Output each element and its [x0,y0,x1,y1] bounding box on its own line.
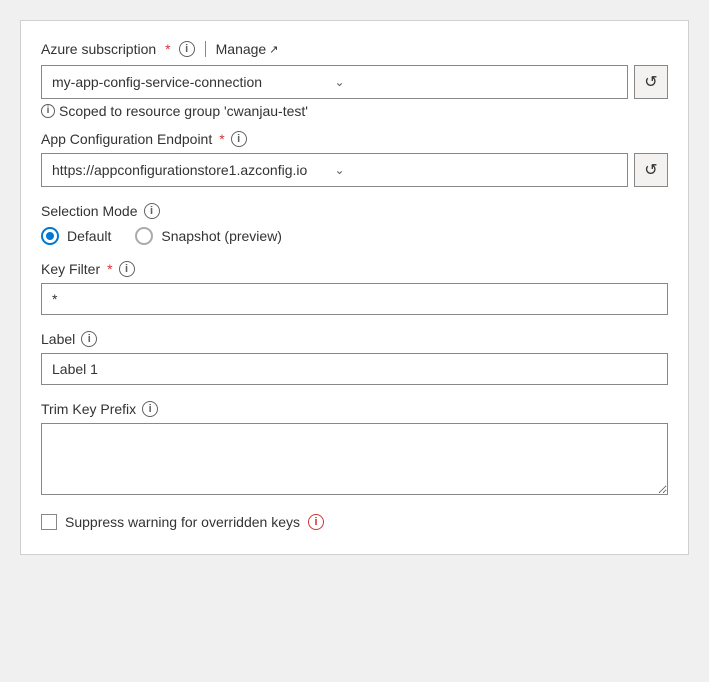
key-filter-required: * [107,261,112,277]
key-filter-info-icon[interactable]: i [119,261,135,277]
trim-key-prefix-textarea[interactable] [41,423,668,495]
suppress-warning-row: Suppress warning for overridden keys i [41,514,668,530]
azure-subscription-value: my-app-config-service-connection [52,74,335,90]
azure-subscription-info-icon[interactable]: i [179,41,195,57]
app-config-chevron: ⌄ [335,163,618,177]
azure-subscription-refresh-button[interactable]: ↺ [634,65,668,99]
key-filter-label: Key Filter [41,261,100,277]
azure-subscription-header: Azure subscription * i Manage ↗ [41,41,668,57]
trim-key-prefix-label: Trim Key Prefix [41,401,136,417]
app-config-label-row: App Configuration Endpoint * i [41,131,668,147]
selection-mode-default-label: Default [67,228,111,244]
main-panel: Azure subscription * i Manage ↗ my-app-c… [20,20,689,555]
suppress-warning-info-icon[interactable]: i [308,514,324,530]
scoped-note: i Scoped to resource group 'cwanjau-test… [41,103,668,119]
manage-link[interactable]: Manage ↗ [216,41,279,57]
label-field-group: Label i [41,331,668,385]
label-field-label: Label [41,331,75,347]
selection-mode-default-radio-inner [46,232,54,240]
trim-key-prefix-label-row: Trim Key Prefix i [41,401,668,417]
label-label-row: Label i [41,331,668,347]
trim-key-prefix-field-group: Trim Key Prefix i [41,401,668,498]
scoped-note-info-icon: i [41,104,55,118]
app-config-dropdown[interactable]: https://appconfigurationstore1.azconfig.… [41,153,628,187]
app-config-required: * [219,131,224,147]
selection-mode-default-radio-outer [41,227,59,245]
azure-subscription-dropdown[interactable]: my-app-config-service-connection ⌄ [41,65,628,99]
selection-mode-field-group: Selection Mode i Default Snapshot (previ… [41,203,668,245]
azure-subscription-dropdown-wrapper: my-app-config-service-connection ⌄ ↺ [41,65,668,99]
trim-key-prefix-info-icon[interactable]: i [142,401,158,417]
azure-subscription-required: * [165,41,170,57]
scoped-note-text: Scoped to resource group 'cwanjau-test' [59,103,308,119]
azure-subscription-chevron: ⌄ [335,75,618,89]
label-info-icon[interactable]: i [81,331,97,347]
selection-mode-snapshot-radio-outer [135,227,153,245]
selection-mode-label-row: Selection Mode i [41,203,668,219]
selection-mode-label: Selection Mode [41,203,138,219]
manage-external-icon: ↗ [269,43,278,56]
selection-mode-radio-group: Default Snapshot (preview) [41,227,668,245]
app-config-label: App Configuration Endpoint [41,131,212,147]
app-config-value: https://appconfigurationstore1.azconfig.… [52,162,335,178]
selection-mode-snapshot-label: Snapshot (preview) [161,228,282,244]
app-config-dropdown-wrapper: https://appconfigurationstore1.azconfig.… [41,153,668,187]
key-filter-field-group: Key Filter * i [41,261,668,315]
azure-subscription-label: Azure subscription [41,41,156,57]
app-config-refresh-icon: ↺ [644,160,657,180]
app-config-info-icon[interactable]: i [231,131,247,147]
selection-mode-info-icon[interactable]: i [144,203,160,219]
key-filter-label-row: Key Filter * i [41,261,668,277]
label-input[interactable] [41,353,668,385]
key-filter-input[interactable] [41,283,668,315]
selection-mode-default-option[interactable]: Default [41,227,111,245]
suppress-warning-checkbox[interactable] [41,514,57,530]
azure-subscription-refresh-icon: ↺ [644,72,657,92]
app-config-field-group: App Configuration Endpoint * i https://a… [41,131,668,187]
suppress-warning-label: Suppress warning for overridden keys [65,514,300,530]
selection-mode-snapshot-option[interactable]: Snapshot (preview) [135,227,282,245]
header-divider [205,41,206,57]
app-config-refresh-button[interactable]: ↺ [634,153,668,187]
